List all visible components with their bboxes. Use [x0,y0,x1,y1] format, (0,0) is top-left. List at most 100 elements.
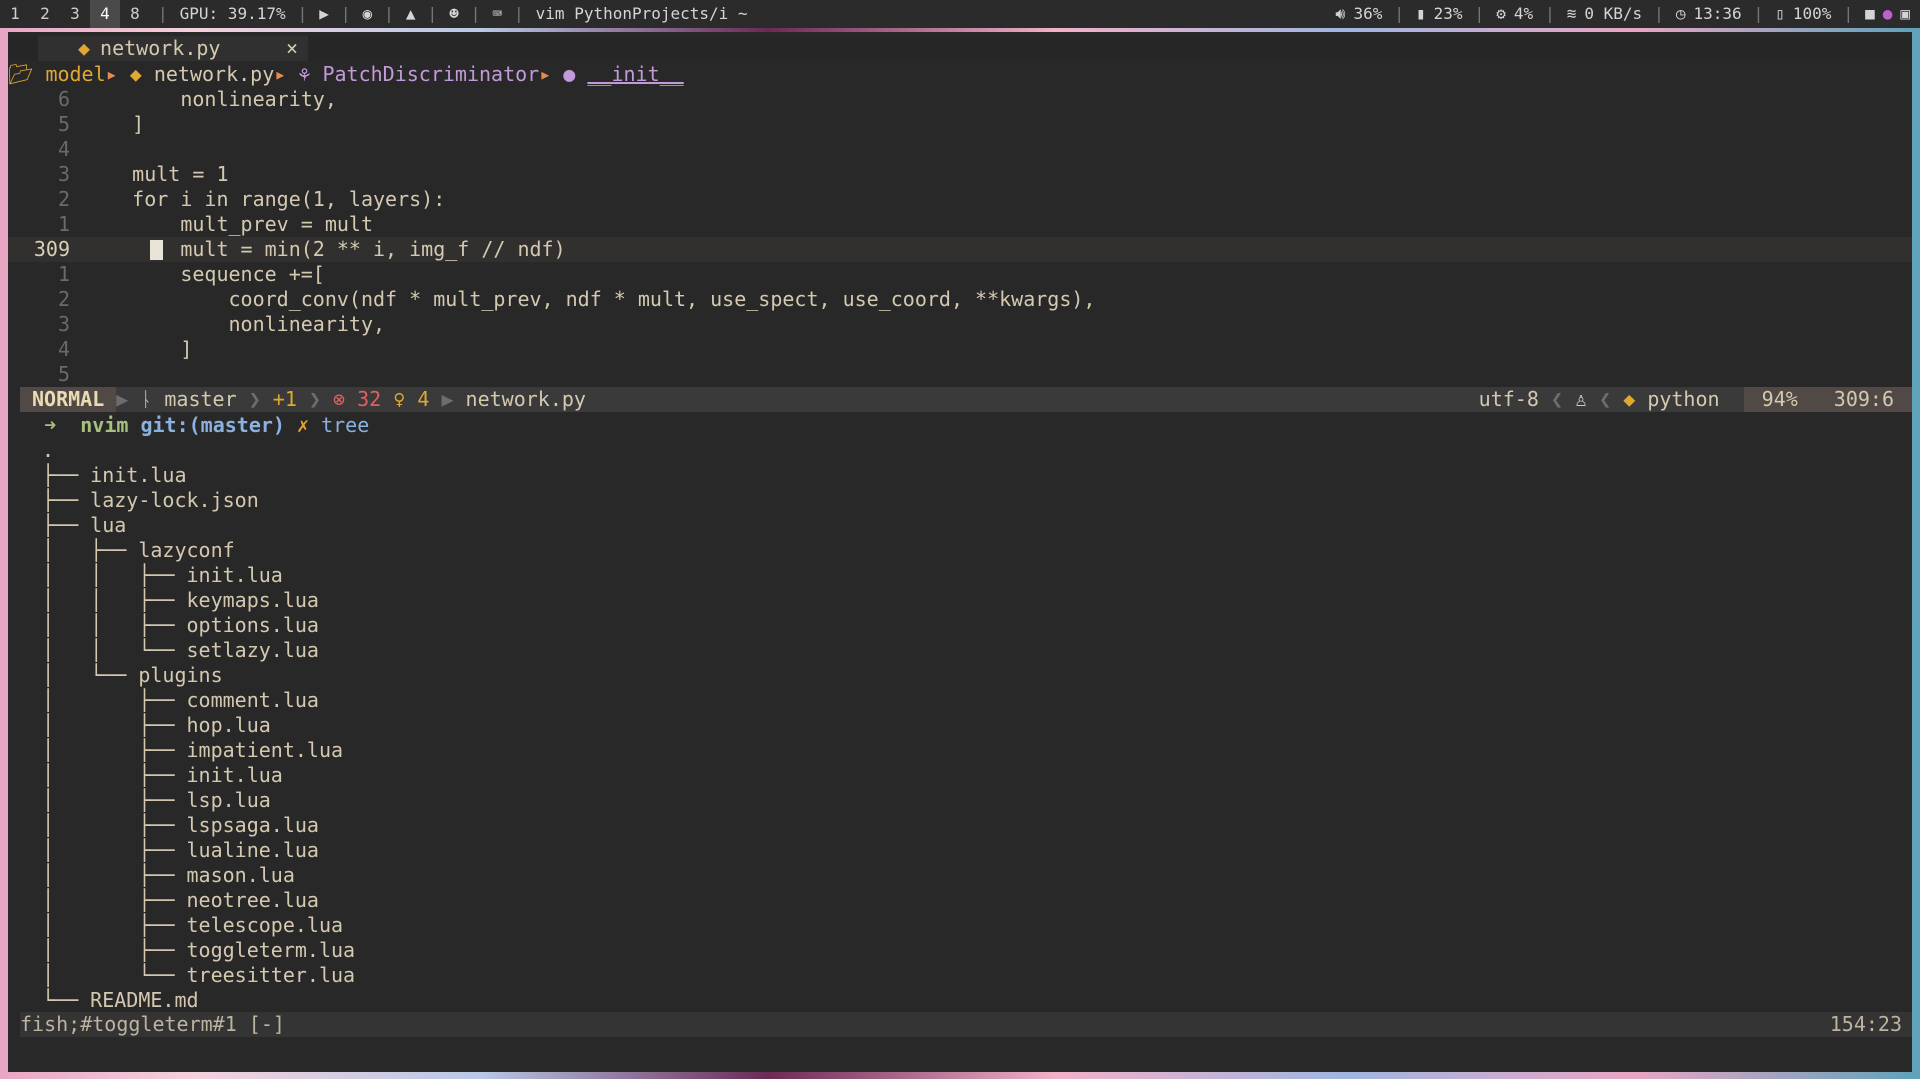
tab-network-py[interactable]: ◆ network.py × [38,36,308,61]
battery-level: 100% [1792,4,1832,23]
breadcrumb-folder[interactable]: model [45,62,105,86]
error-count[interactable]: 32 [357,387,381,411]
code-line[interactable]: 2 coord_conv(ndf * mult_prev, ndf * mult… [8,287,1912,312]
separator-icon: ❯ [308,387,321,411]
separator-icon: ❮ [1599,387,1612,411]
linux-icon: ♙ [1575,387,1588,411]
youtube-icon[interactable]: ▶ [315,0,333,28]
tree-entry: │ ├── lazyconf [42,538,235,562]
divider: | [1843,4,1854,23]
code-text: sequence +=[ [84,262,325,286]
code-line[interactable]: 4 ] [8,337,1912,362]
volume-icon[interactable]: 🔊︎ [1331,0,1349,28]
tree-entry: │ ├── neotree.lua [42,888,319,912]
workspace-4[interactable]: 4 [90,0,120,28]
divider: | [297,4,308,23]
reddit-icon[interactable]: ☻ [445,0,463,28]
tray-app-icon[interactable]: ● [1879,0,1897,28]
keyboard-icon[interactable]: ⌨ [488,0,506,28]
gpu-usage: GPU: 39.17% [179,4,286,23]
tree-entry: │ │ ├── options.lua [42,613,319,637]
hint-icon: ♀ [393,387,406,411]
terminal-window[interactable]: ◆ network.py × 📂︎ model▸ ◆ network.py▸ ⚘ … [8,32,1912,1072]
statusline-right: utf-8 ❮ ♙ ❮ ◆ python 94% 309:6 [1479,387,1912,412]
tree-entry: │ ├── init.lua [42,763,283,787]
tray-app-icon[interactable]: ■ [1861,0,1879,28]
window-title: vim PythonProjects/i ~ [535,4,748,23]
git-diff: +1 [272,387,297,411]
line-number: 1 [57,262,70,286]
tray-app-icon[interactable]: ▣ [1896,0,1914,28]
separator-icon: ▶ [116,387,141,411]
git-branch[interactable]: master [164,387,236,411]
mode-indicator: NORMAL [20,387,117,412]
tree-entry: │ ├── toggleterm.lua [42,938,356,962]
terminal-name: fish;#toggleterm#1 [-] [20,1012,285,1036]
tree-entry: │ │ ├── init.lua [42,563,283,587]
tree-entry: │ ├── lspsaga.lua [42,813,319,837]
tree-entry: │ ├── mason.lua [42,863,295,887]
close-icon[interactable]: × [286,36,298,61]
code-line[interactable]: 5 [8,362,1912,387]
encoding: utf-8 [1478,387,1539,411]
code-line[interactable]: 5 ] [8,112,1912,137]
tree-entry: │ └── treesitter.lua [42,963,356,987]
divider: | [1394,4,1404,23]
wifi-icon[interactable]: ≋ [1563,0,1581,28]
code-line[interactable]: 4 [8,137,1912,162]
tree-entry: │ └── plugins [42,663,223,687]
breadcrumb-class[interactable]: PatchDiscriminator [322,62,539,86]
arch-icon[interactable]: ▲ [402,0,420,28]
workspace-8[interactable]: 8 [120,0,150,28]
code-line[interactable]: 1 sequence +=[ [8,262,1912,287]
line-number: 3 [57,312,70,336]
prompt-arrow: ➜ [44,413,57,437]
code-text: mult_prev = mult [84,212,373,236]
terminal-prompt: ➜ nvim git:(master) ✗ tree [20,413,369,438]
line-number: 3 [57,162,70,186]
code-line[interactable]: 3 nonlinearity, [8,312,1912,337]
chevron-right-icon: ▸ [539,62,564,86]
divider: | [340,4,351,23]
line-number: 309 [33,237,70,261]
tree-entry: │ ├── lsp.lua [42,788,271,812]
hint-count[interactable]: 4 [417,387,429,411]
clock[interactable]: 13:36 [1689,0,1745,28]
workspace-3[interactable]: 3 [60,0,90,28]
line-number: 6 [57,87,70,111]
folder-icon: 📂︎ [8,62,34,86]
cursor-position: 309:6 [1815,387,1912,412]
error-icon: ⊗ [333,387,346,411]
tab-label: network.py [100,36,221,60]
git-branch-icon: ᚿ [140,387,153,411]
line-number: 4 [57,337,70,361]
line-number: 5 [57,112,70,136]
code-line[interactable]: 309 mult = min(2 ** i, img_f // ndf) [8,237,1912,262]
python-icon: ◆ [1623,387,1636,411]
cpu-icon: ⚙ [1496,4,1506,23]
workspace-2[interactable]: 2 [30,0,60,28]
code-line[interactable]: 2 for i in range(1, layers): [8,187,1912,212]
chevron-right-icon: ▸ [274,62,299,86]
cpu-usage: 4% [1513,4,1534,23]
code-line[interactable]: 6 nonlinearity, [8,87,1912,112]
breadcrumb-file[interactable]: network.py [154,62,274,86]
volume-level[interactable]: 36% [1349,0,1386,28]
code-line[interactable]: 1 mult_prev = mult [8,212,1912,237]
text-cursor [150,240,163,260]
prompt-dir: nvim [80,413,129,437]
workspace-1[interactable]: 1 [0,0,30,28]
python-icon: ◆ [129,62,142,86]
github-icon[interactable]: ◉ [359,0,377,28]
code-line[interactable]: 3 mult = 1 [8,162,1912,187]
status-filename: network.py [465,387,586,411]
method-icon: ● [563,62,576,86]
breadcrumb-method[interactable]: __init__ [587,62,683,86]
tree-entry: │ │ └── setlazy.lua [42,638,319,662]
system-tray: 🔊︎ 36% | ▮ 23% | ⚙ 4% | ≋ 0 KB/s | ◷ 13:… [1331,0,1920,28]
prompt-git: git:(master) [140,413,285,437]
separator-icon: ▶ [441,387,454,411]
tabline: ◆ network.py × [8,36,1912,61]
terminal-statusline: fish;#toggleterm#1 [-] 154:23 [20,1012,1912,1037]
python-icon: ◆ [78,36,91,60]
